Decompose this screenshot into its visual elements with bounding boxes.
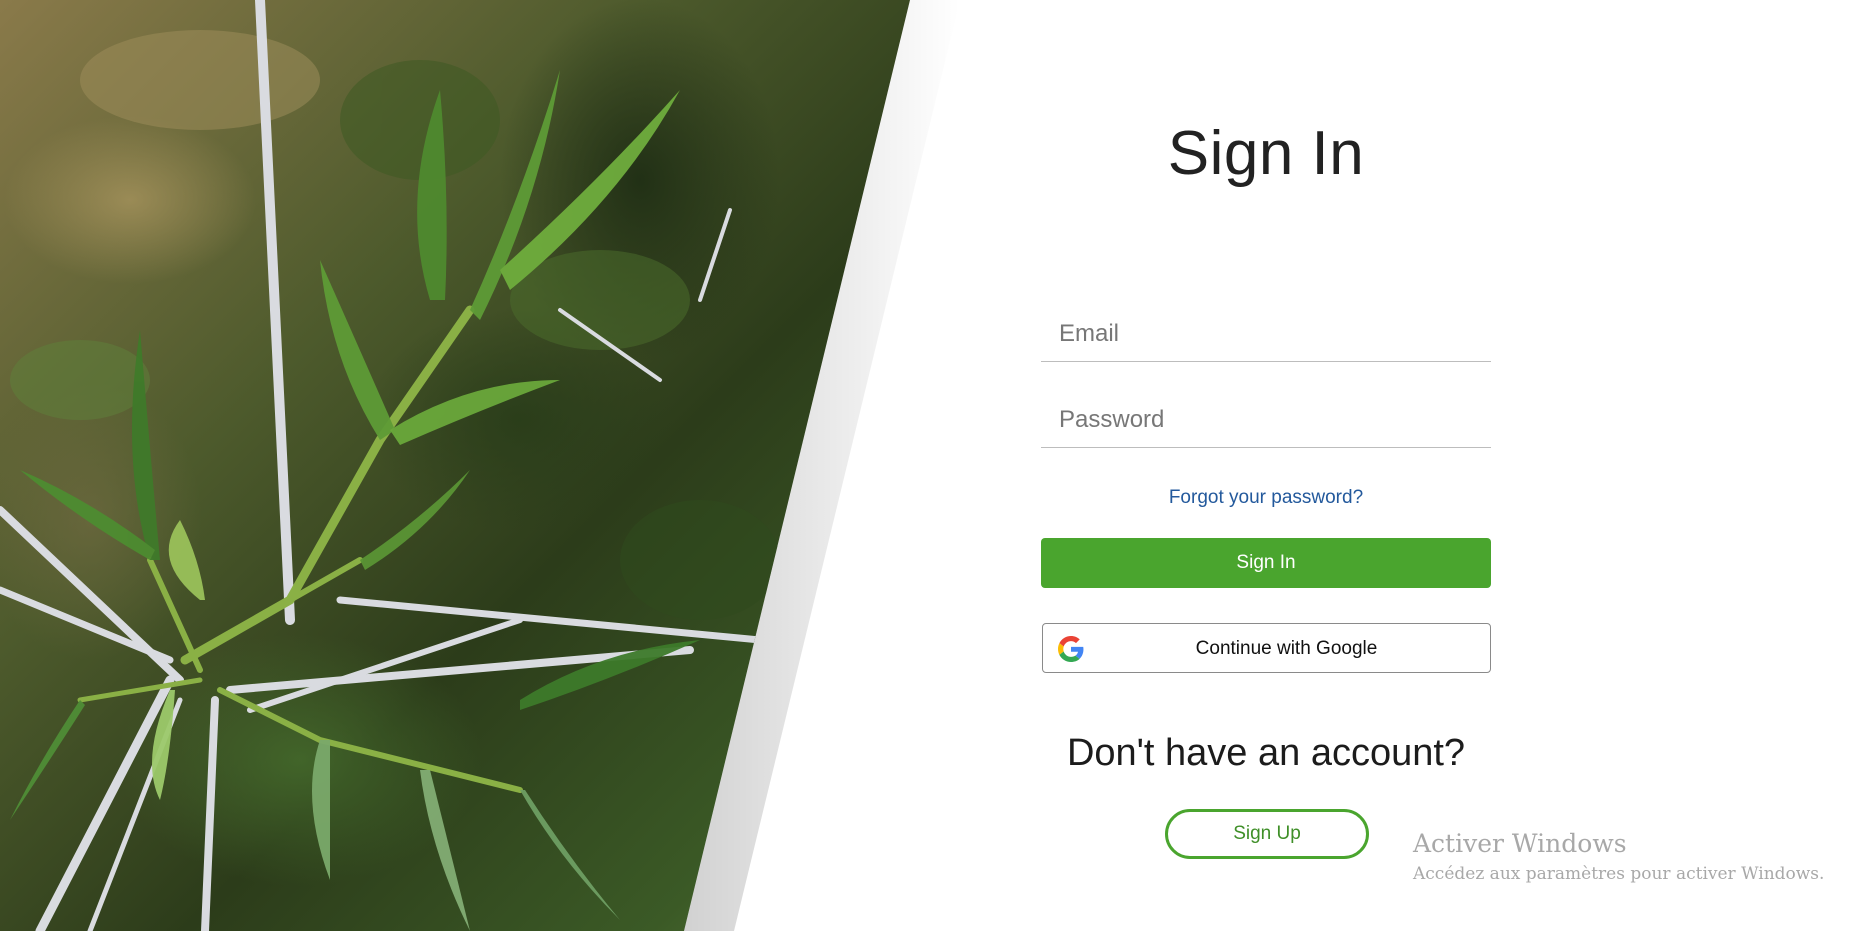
sign-in-button[interactable]: Sign In [1041, 538, 1491, 588]
google-g-icon [1058, 636, 1084, 662]
watermark-subtitle: Accédez aux paramètres pour activer Wind… [1413, 864, 1825, 884]
password-field[interactable] [1041, 392, 1491, 448]
continue-with-google-button[interactable]: Continue with Google [1042, 623, 1491, 673]
sign-up-button[interactable]: Sign Up [1165, 809, 1369, 859]
sign-in-page: Sign In Forgot your password? Sign In Co… [0, 0, 1853, 931]
sign-in-form: Sign In Forgot your password? Sign In Co… [1041, 0, 1491, 931]
watermark-title: Activer Windows [1413, 829, 1627, 858]
windows-activation-watermark: Activer Windows Accédez aux paramètres p… [1413, 829, 1824, 884]
forgot-password-link[interactable]: Forgot your password? [1041, 487, 1491, 509]
leaf-illustration [0, 0, 780, 931]
page-title: Sign In [1167, 119, 1365, 188]
google-button-label: Continue with Google [1195, 638, 1378, 659]
hero-photo [0, 0, 910, 931]
email-field[interactable] [1041, 306, 1491, 362]
no-account-heading: Don't have an account? [1066, 732, 1466, 774]
